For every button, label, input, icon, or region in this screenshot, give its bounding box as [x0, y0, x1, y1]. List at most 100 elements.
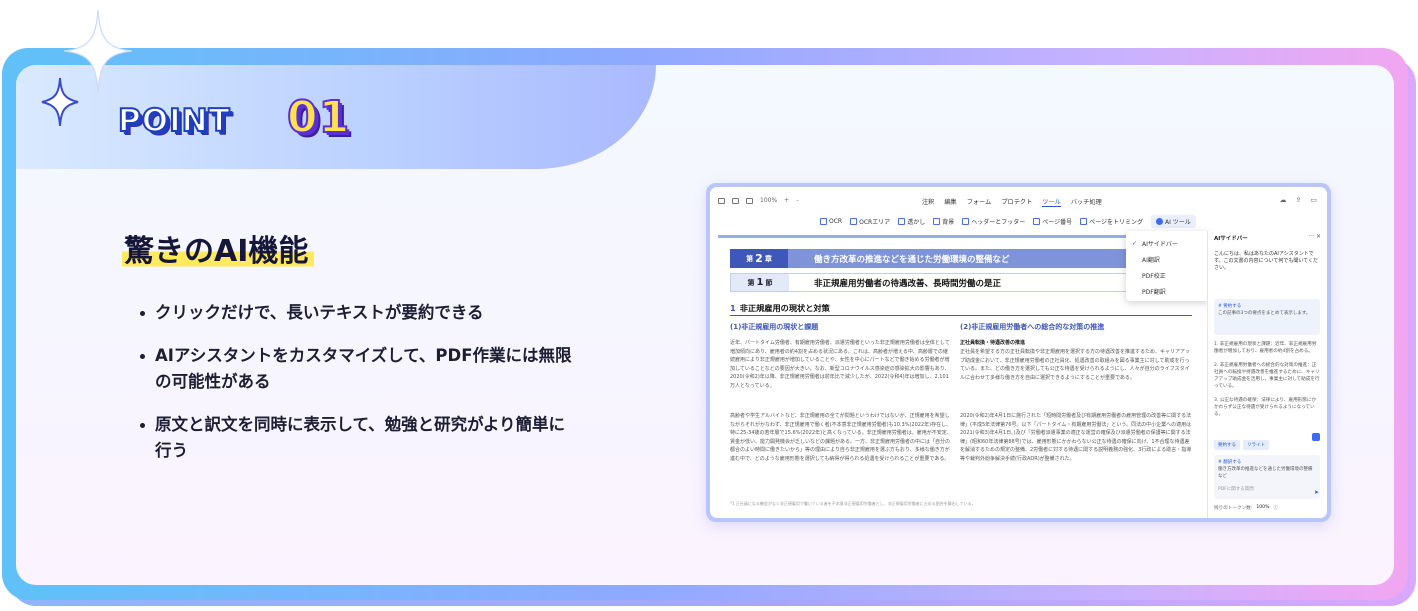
tool-label: ページ番号: [1042, 219, 1073, 226]
left-paragraph-2: 高齢者や学生アルバイトなど、非正規雇用の全てが問題というわけではないが、正規雇用…: [730, 413, 952, 462]
right-paragraph-1: 正社員を希望する方の正社員転換や非正規雇用を選択する方の待遇改善を推進するため、…: [960, 349, 1191, 381]
page-view-icon[interactable]: [732, 197, 739, 204]
tool-label: AI ツール: [1165, 219, 1191, 226]
tool-watermark[interactable]: 透かし: [898, 217, 925, 226]
assistant-greeting: こんにちは、私はあなたのAIアシスタントです。この文書の内容について何でも聞いて…: [1214, 251, 1319, 271]
chapter-title: 働き方改革の推進などを通じた労働環境の整備など: [814, 254, 1010, 265]
menu-protect[interactable]: プロテクト: [1001, 197, 1032, 207]
layout-icon[interactable]: [746, 197, 753, 204]
panel-icon[interactable]: ▭: [1310, 196, 1317, 204]
tools-toolbar: OCR OCRエリア 透かし 背景 ヘッダーとフッター ページ番号 ページをトリ…: [820, 215, 1196, 228]
right-column-heading: (2)非正規雇用労働者への総合的な対策の推進: [960, 323, 1105, 331]
menu-form[interactable]: フォーム: [967, 197, 992, 207]
tool-header-footer[interactable]: ヘッダーとフッター: [962, 217, 1025, 226]
app-screenshot: 100% + - 注釈 編集 フォーム プロテクト ツール バッチ処理 ☁ ⇪ …: [706, 183, 1331, 522]
zoom-in-icon[interactable]: -: [796, 197, 798, 204]
translate-text: 働き方改革の推進などを通じた労働環境の整備など: [1218, 467, 1313, 479]
tool-crop[interactable]: ページをトリミング: [1080, 217, 1143, 226]
summary-label: # 要約する: [1218, 304, 1242, 309]
token-label: 残りのトークン数:: [1214, 506, 1253, 511]
dropdown-label: PDF校正: [1142, 272, 1166, 280]
menu-tools[interactable]: ツール: [1042, 197, 1061, 207]
sparkle-small-icon: [41, 77, 79, 127]
view-controls: 100% + -: [718, 197, 798, 204]
token-value: 100%: [1256, 505, 1270, 510]
footnote: *1 正社員になる機会がなく非正規雇用で働いている者を不本意非正規雇用労働者とし…: [730, 501, 976, 506]
ocr-icon: [820, 218, 827, 225]
menu-batch[interactable]: バッチ処理: [1071, 197, 1102, 207]
chapter-no: 2: [755, 252, 763, 265]
summary-result: 1. 非正規雇用の現状と課題：近年、非正規雇用労働者が増加しており、雇用者の約4…: [1214, 341, 1320, 425]
top-bar: 100% + - 注釈 編集 フォーム プロテクト ツール バッチ処理 ☁ ⇪ …: [710, 187, 1327, 213]
section-no: 1: [756, 277, 764, 288]
close-icon[interactable]: ··· ✕: [1308, 233, 1321, 240]
feature-item: クリックだけで、長いテキストが要約できる: [138, 300, 578, 326]
point-label: POINT: [117, 102, 231, 140]
tool-ai[interactable]: AI ツール: [1151, 215, 1196, 228]
question-input[interactable]: PDFに関する質問: [1218, 486, 1316, 493]
sidebar-toggle-icon[interactable]: [718, 197, 725, 204]
zoom-out-icon[interactable]: +: [784, 197, 789, 204]
main-menu: 注釈 編集 フォーム プロテクト ツール バッチ処理: [922, 197, 1102, 207]
right-paragraph-2: 2020(令和2)年4月1日に施行された「短時間労働者及び有期雇用労働者の雇用管…: [960, 413, 1192, 462]
copy-icon[interactable]: [1312, 433, 1320, 441]
action-buttons: 要約する リライト: [1214, 440, 1269, 450]
watermark-icon: [898, 218, 906, 225]
section-title: 非正規雇用労働者の待遇改善、長時間労働の是正: [814, 278, 1002, 289]
crop-icon: [1080, 218, 1088, 225]
rewrite-button[interactable]: リライト: [1243, 440, 1269, 450]
tool-background[interactable]: 背景: [933, 217, 954, 226]
tool-ocr-area[interactable]: OCRエリア: [850, 217, 890, 226]
summary-card[interactable]: # 要約する この記事の3つの要点をまとめて表示します。: [1214, 299, 1320, 335]
tool-label: 背景: [942, 219, 955, 226]
header-footer-icon: [962, 218, 970, 225]
feature-list: クリックだけで、長いテキストが要約できる AIアシスタントをカスタマイズして、P…: [138, 300, 578, 481]
feature-headline: 驚きのAI機能: [122, 226, 315, 270]
right-subheading: 正社員転換・待遇改善の推進: [960, 340, 1026, 346]
summarize-button[interactable]: 要約する: [1214, 440, 1240, 450]
cloud-icon[interactable]: ☁: [1280, 196, 1287, 204]
heading: 1 非正規雇用の現状と対策: [730, 302, 830, 314]
token-status: 残りのトークン数: 100% ⓘ: [1214, 505, 1278, 511]
dropdown-label: AI翻訳: [1142, 256, 1160, 264]
tool-label: OCR: [829, 218, 843, 225]
dropdown-label: PDF翻訳: [1142, 288, 1166, 296]
dropdown-ai-sidebar[interactable]: ✓ AIサイドバー: [1126, 235, 1210, 251]
tool-page-number[interactable]: ページ番号: [1033, 217, 1072, 226]
share-icon[interactable]: ⇪: [1296, 196, 1302, 204]
heading-number: 1: [730, 303, 736, 313]
section-prefix: 第: [747, 278, 755, 287]
summary-point: 3. 公正な待遇の確保：法律により、雇用形態にかかわらず公正な待遇が受けられるよ…: [1214, 398, 1317, 417]
tool-label: OCRエリア: [859, 219, 891, 226]
prompt-box[interactable]: # 翻訳する 働き方改革の推進などを通じた労働環境の整備など PDFに関する質問: [1214, 455, 1320, 499]
dropdown-label: AIサイドバー: [1142, 240, 1178, 248]
help-icon[interactable]: ⓘ: [1273, 505, 1278, 511]
window-actions: ☁ ⇪ ▭: [1280, 196, 1318, 204]
summary-point: 2. 非正規雇用労働者への総合的な対策の推進：正社員への転換や待遇改善を推進する…: [1214, 363, 1320, 389]
pdf-editor-window: 100% + - 注釈 編集 フォーム プロテクト ツール バッチ処理 ☁ ⇪ …: [710, 187, 1327, 518]
heading-text: 非正規雇用の現状と対策: [739, 303, 830, 313]
menu-annotate[interactable]: 注釈: [922, 197, 934, 207]
ai-icon: [1156, 218, 1164, 225]
section-suffix: 節: [765, 278, 773, 287]
dropdown-ai-translate[interactable]: AI翻訳: [1126, 251, 1210, 267]
dropdown-pdf-proofread[interactable]: PDF校正: [1126, 267, 1210, 283]
zoom-level[interactable]: 100%: [760, 197, 777, 204]
summary-text: この記事の3つの要点をまとめて表示します。: [1218, 311, 1311, 316]
dropdown-pdf-translate[interactable]: PDF翻訳: [1126, 283, 1210, 299]
left-paragraph-1: 近年、パートタイム労働者、有期雇用労働者、派遣労働者といった非正規雇用労働者は全…: [730, 340, 950, 389]
point-number: 01: [286, 91, 351, 144]
ai-sidebar: AIサイドバー ··· ✕ こんにちは、私はあなたのAIアシスタントです。この文…: [1207, 231, 1327, 518]
tool-label: 透かし: [907, 219, 926, 226]
tool-label: ヘッダーとフッター: [971, 219, 1026, 226]
left-column-heading: (1)非正規雇用の現状と課題: [730, 323, 819, 331]
check-icon: ✓: [1132, 239, 1138, 247]
menu-edit[interactable]: 編集: [944, 197, 956, 207]
tool-label: ページをトリミング: [1089, 219, 1144, 226]
chapter-suffix: 章: [764, 254, 772, 263]
send-icon[interactable]: ➤: [1314, 489, 1319, 496]
feature-item: AIアシスタントをカスタマイズして、PDF作業には無限の可能性がある: [138, 343, 578, 395]
tool-ocr[interactable]: OCR: [820, 218, 842, 225]
summary-point: 1. 非正規雇用の現状と課題：近年、非正規雇用労働者が増加しており、雇用者の約4…: [1214, 342, 1317, 354]
background-icon: [933, 218, 941, 225]
